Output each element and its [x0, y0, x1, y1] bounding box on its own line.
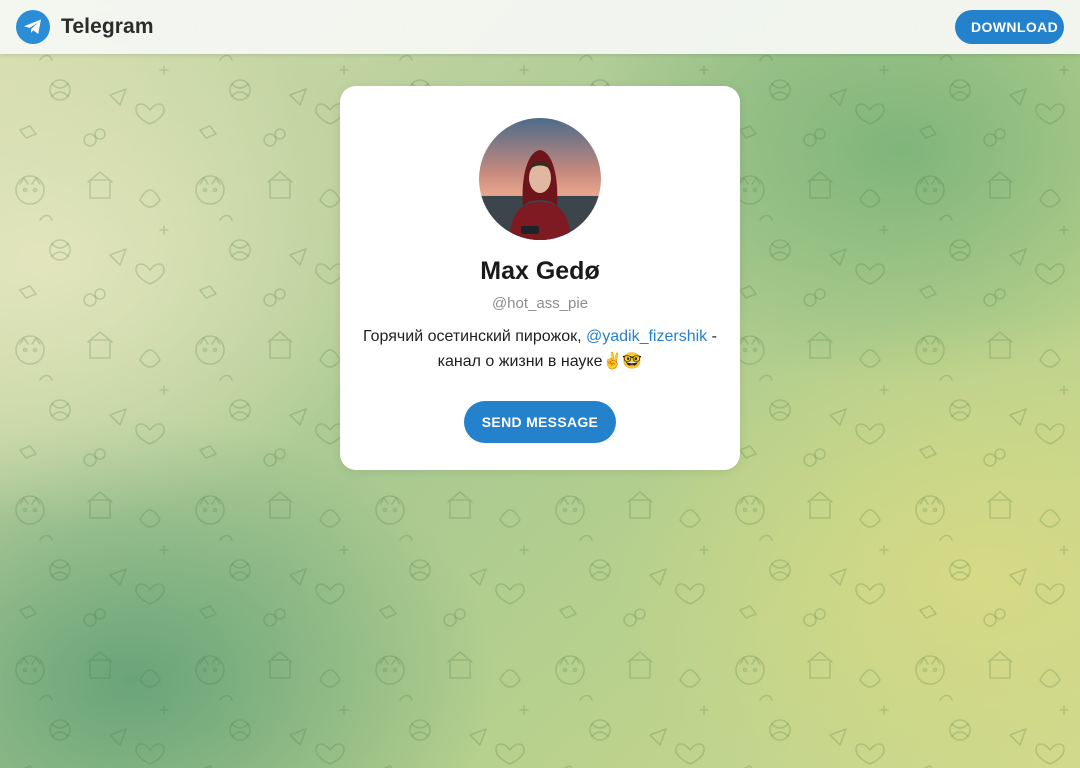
brand[interactable]: Telegram: [16, 10, 154, 44]
telegram-logo-icon: [16, 10, 50, 44]
profile-bio: Горячий осетинский пирожок, @yadik_fizer…: [354, 324, 726, 374]
send-message-button[interactable]: SEND MESSAGE: [464, 401, 616, 443]
profile-username: @hot_ass_pie: [491, 295, 589, 312]
download-button[interactable]: DOWNLOAD: [955, 10, 1064, 44]
avatar: [479, 118, 601, 240]
profile-name: Max Gedø: [480, 257, 600, 285]
bio-text-start: Горячий осетинский пирожок,: [363, 328, 586, 345]
top-bar: Telegram DOWNLOAD: [0, 0, 1080, 54]
bio-channel-link[interactable]: @yadik_fizershik: [586, 328, 707, 345]
brand-name: Telegram: [61, 15, 154, 38]
profile-card: Max Gedø @hot_ass_pie Горячий осетинский…: [340, 86, 740, 470]
